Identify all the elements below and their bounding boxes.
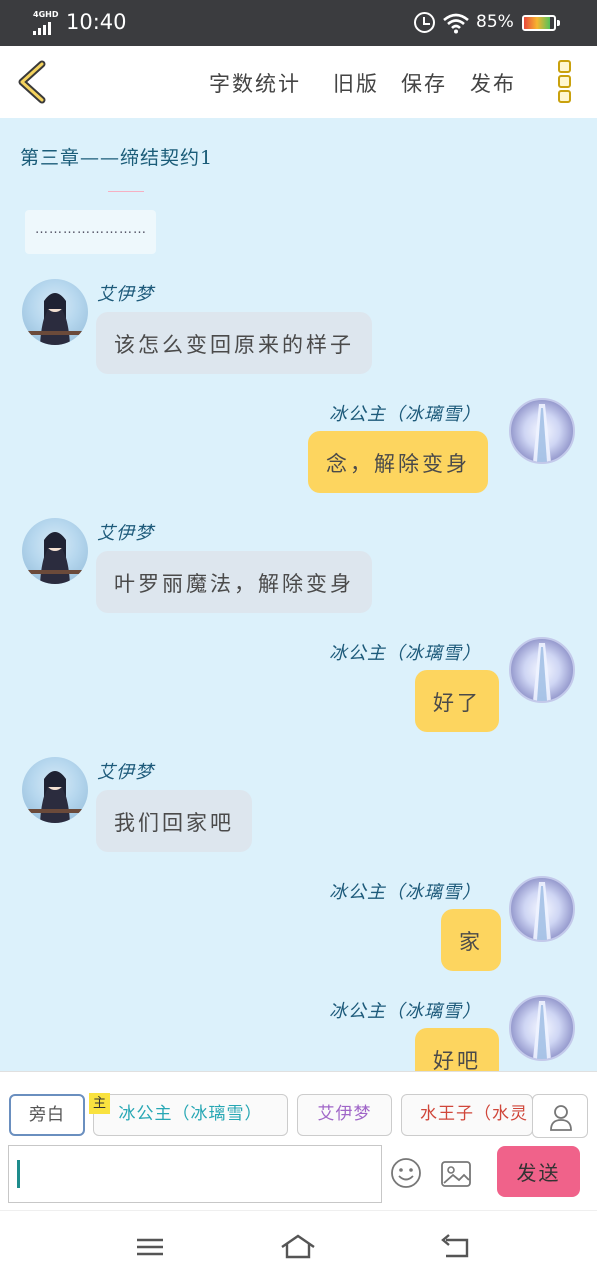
- message-bubble[interactable]: 念，解除变身: [308, 431, 488, 493]
- avatar-ice-princess[interactable]: [509, 637, 575, 703]
- narration-message[interactable]: ……………………: [25, 210, 156, 254]
- word-count-button[interactable]: 字数统计: [209, 68, 301, 98]
- sender-name: 艾伊梦: [97, 762, 154, 783]
- composer: 旁白 冰公主（冰璃雪） 艾伊梦 水王子（水灵 发送: [0, 1071, 597, 1210]
- role-chip-ai-yimeng[interactable]: 艾伊梦: [297, 1094, 392, 1136]
- old-version-button[interactable]: 旧版: [333, 68, 379, 98]
- battery-percent: 85%: [476, 12, 514, 32]
- menu-icon[interactable]: [132, 1231, 168, 1263]
- main-role-badge: 主: [89, 1093, 110, 1114]
- avatar-ice-princess[interactable]: [509, 995, 575, 1061]
- text-caret: [17, 1160, 20, 1188]
- back-icon[interactable]: [437, 1231, 473, 1263]
- avatar-ai-yimeng[interactable]: [22, 518, 88, 584]
- home-icon[interactable]: [280, 1231, 316, 1263]
- publish-button[interactable]: 发布: [470, 68, 516, 98]
- message-bubble[interactable]: 该怎么变回原来的样子: [96, 312, 372, 374]
- save-button[interactable]: 保存: [401, 68, 447, 98]
- message-input[interactable]: [8, 1145, 382, 1203]
- battery-tip: [557, 20, 560, 26]
- battery-icon: [522, 15, 556, 31]
- sender-name: 冰公主（冰璃雪）: [329, 643, 481, 664]
- sender-name: 冰公主（冰璃雪）: [329, 1001, 481, 1022]
- message-bubble[interactable]: 家: [441, 909, 501, 971]
- chat-area[interactable]: 第三章——缔结契约1 …………………… 艾伊梦 该怎么变回原来的样子 冰公主（冰…: [0, 118, 597, 1071]
- role-chip-narration[interactable]: 旁白: [9, 1094, 85, 1136]
- message-bubble[interactable]: 好吧: [415, 1028, 499, 1071]
- sender-name: 艾伊梦: [97, 284, 154, 305]
- divider: [108, 191, 144, 192]
- sender-name: 艾伊梦: [97, 523, 154, 544]
- signal-icon: 4GHD: [31, 10, 59, 35]
- status-bar: 4GHD 10:40 85%: [0, 0, 597, 46]
- role-chip-ice-princess[interactable]: 冰公主（冰璃雪）: [93, 1094, 288, 1136]
- role-chip-water-prince[interactable]: 水王子（水灵: [401, 1094, 533, 1136]
- sender-name: 冰公主（冰璃雪）: [329, 404, 481, 425]
- emoji-icon[interactable]: [390, 1157, 422, 1189]
- more-icon[interactable]: [552, 60, 576, 106]
- sender-name: 冰公主（冰璃雪）: [329, 882, 481, 903]
- wifi-icon: [443, 13, 469, 34]
- alarm-icon: [414, 12, 435, 33]
- clock: 10:40: [66, 10, 127, 34]
- person-icon: [550, 1105, 572, 1131]
- message-bubble[interactable]: 好了: [415, 670, 499, 732]
- network-type: 4GHD: [33, 10, 59, 19]
- avatar-ai-yimeng[interactable]: [22, 757, 88, 823]
- avatar-ice-princess[interactable]: [509, 876, 575, 942]
- send-button[interactable]: 发送: [497, 1146, 580, 1197]
- system-nav-bar: [0, 1210, 597, 1280]
- chapter-title: 第三章——缔结契约1: [20, 147, 214, 169]
- avatar-ice-princess[interactable]: [509, 398, 575, 464]
- role-manager-button[interactable]: [532, 1094, 588, 1138]
- image-icon[interactable]: [440, 1159, 472, 1189]
- back-chevron-icon[interactable]: [14, 60, 50, 104]
- message-bubble[interactable]: 叶罗丽魔法，解除变身: [96, 551, 372, 613]
- message-bubble[interactable]: 我们回家吧: [96, 790, 252, 852]
- top-bar: 字数统计 旧版 保存 发布: [0, 46, 597, 118]
- avatar-ai-yimeng[interactable]: [22, 279, 88, 345]
